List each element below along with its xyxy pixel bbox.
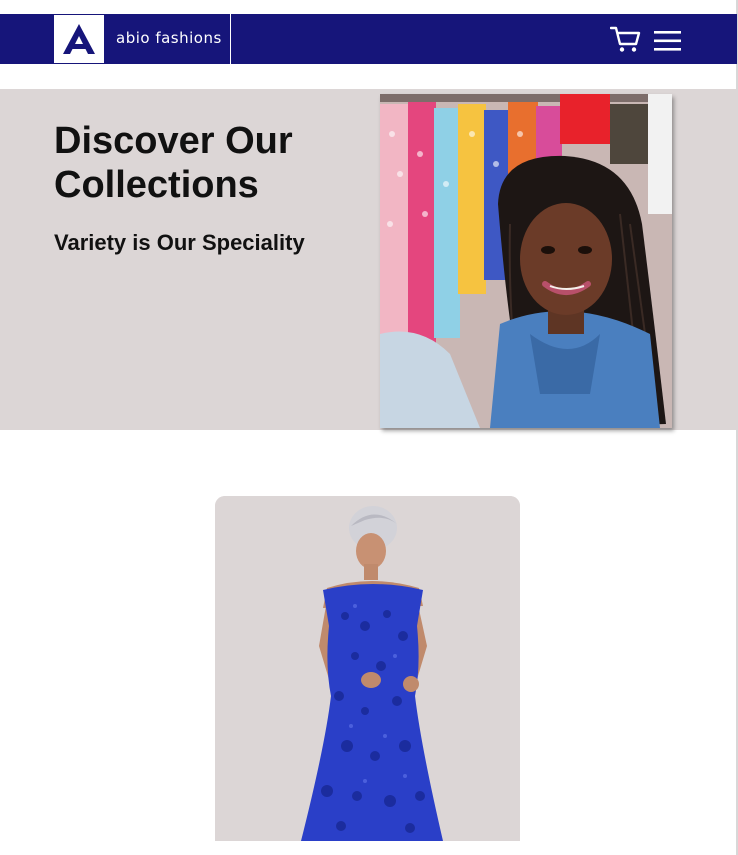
logo <box>54 15 104 63</box>
page: abio fashions Discover Our Collections V… <box>0 0 738 855</box>
navbar: abio fashions <box>0 14 737 64</box>
brand-name: abio fashions <box>116 29 222 47</box>
logo-a-icon <box>63 24 95 54</box>
product-card[interactable] <box>215 496 520 841</box>
woman-at-clothing-rack-photo <box>380 94 672 428</box>
blue-lace-gown-photo <box>215 496 520 841</box>
hero-title: Discover Our Collections <box>54 120 293 206</box>
hero-section: Discover Our Collections Variety is Our … <box>0 89 737 430</box>
hero-subtitle: Variety is Our Speciality <box>54 230 305 255</box>
cart-icon[interactable] <box>610 25 642 53</box>
hero-image <box>380 94 672 428</box>
brand-link[interactable]: abio fashions <box>0 14 231 64</box>
hamburger-menu-icon[interactable] <box>654 31 681 51</box>
